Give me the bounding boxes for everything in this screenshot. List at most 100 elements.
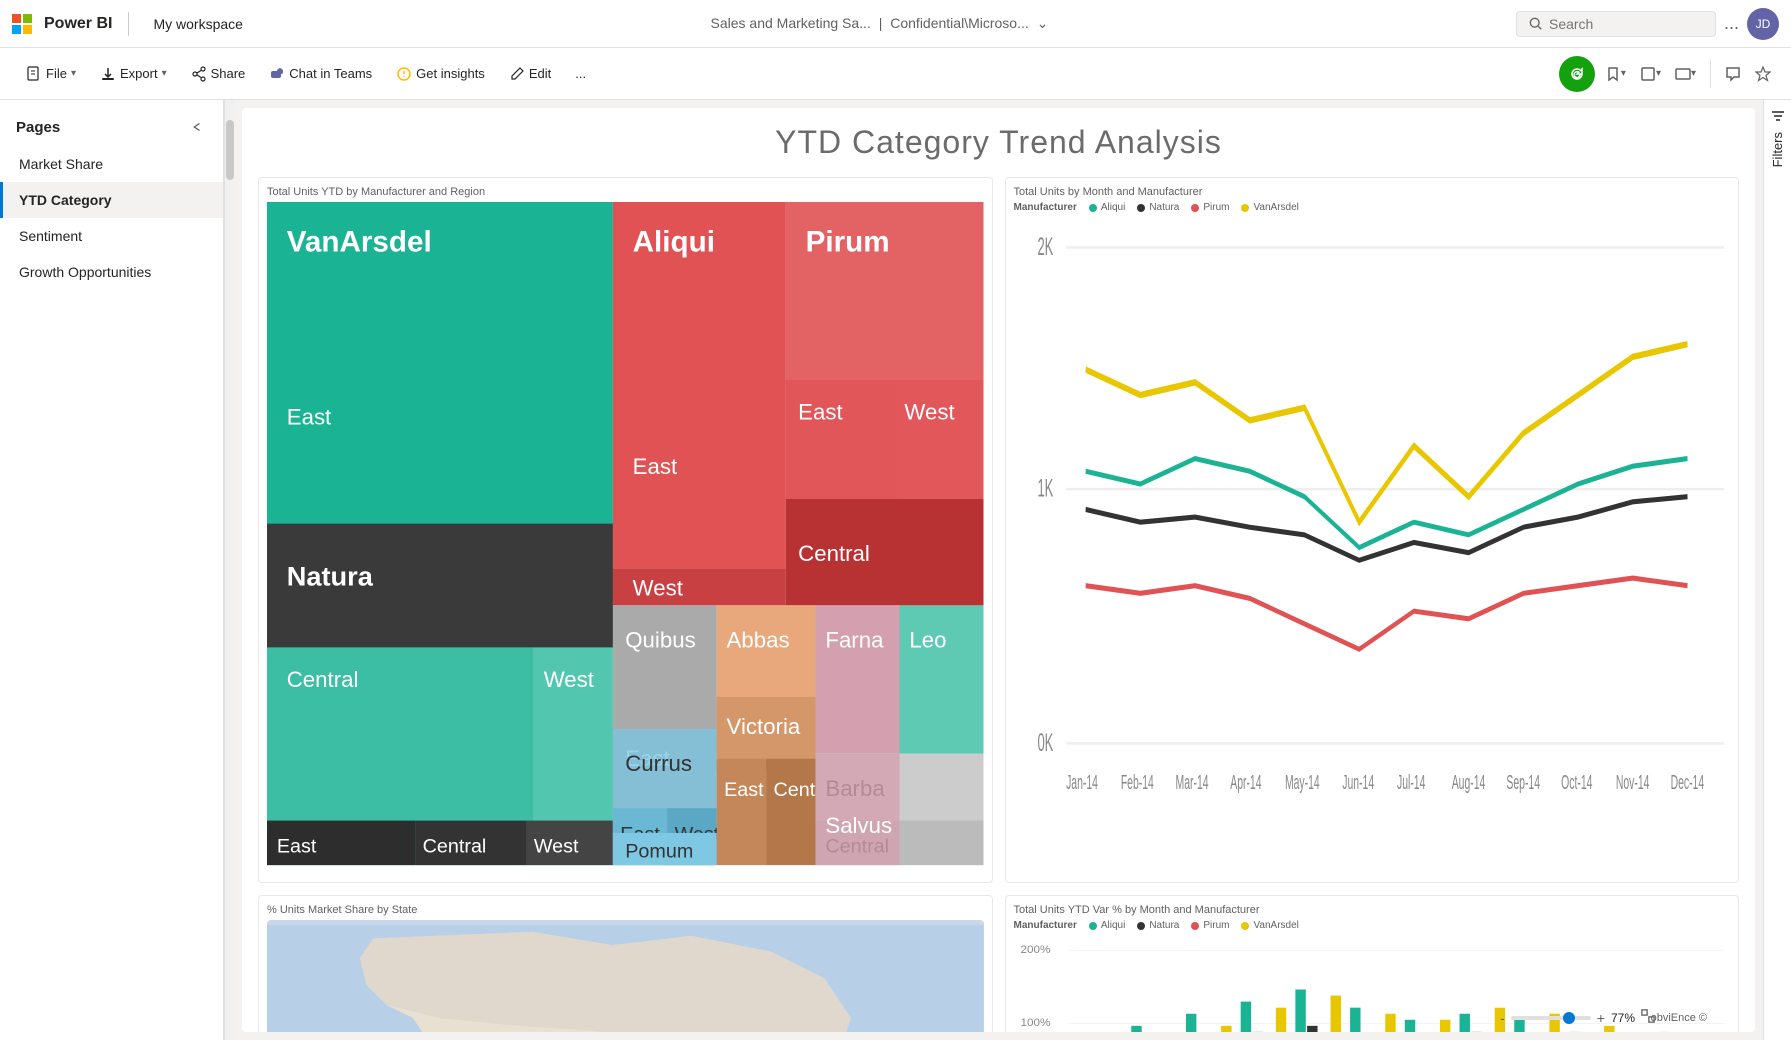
- svg-text:Jun-14: Jun-14: [1342, 772, 1374, 795]
- svg-text:East: East: [277, 836, 317, 858]
- edit-button[interactable]: Edit: [499, 60, 561, 88]
- svg-text:Aliqui: Aliqui: [633, 225, 715, 258]
- pages-header: Pages: [0, 100, 223, 146]
- format-button[interactable]: ▾: [1671, 62, 1700, 86]
- svg-text:Sep-14: Sep-14: [1506, 772, 1540, 795]
- export-button[interactable]: Export ▾: [90, 60, 177, 88]
- nav-right: ... JD: [1516, 8, 1779, 40]
- svg-text:Mar-14: Mar-14: [1175, 772, 1208, 795]
- filters-panel[interactable]: Filters: [1763, 100, 1791, 1040]
- map-svg: NORTH AMERICA Pacific Ocean Atlantic Oce…: [267, 920, 984, 1032]
- sidebar-item-ytd-category[interactable]: YTD Category: [0, 182, 223, 218]
- treemap-chart: VanArsdel East Central West Natura: [267, 202, 984, 870]
- legend-label-manufacturer: Manufacturer: [1014, 202, 1077, 213]
- bookmark-button[interactable]: ▾: [1601, 62, 1630, 86]
- svg-text:Salvus: Salvus: [825, 813, 892, 838]
- more-options-button[interactable]: ...: [1724, 13, 1739, 34]
- zoom-slider-thumb: [1563, 1012, 1575, 1024]
- report-area: YTD Category Trend Analysis Total Units …: [224, 100, 1791, 1040]
- search-input[interactable]: [1549, 16, 1689, 32]
- filter-icon: [1770, 108, 1786, 124]
- toolbar: File ▾ Export ▾ Share Chat in Teams Get …: [0, 48, 1791, 100]
- charts-grid: Total Units YTD by Manufacturer and Regi…: [258, 177, 1739, 1009]
- main-layout: Pages Market Share YTD Category Sentimen…: [0, 100, 1791, 1040]
- toolbar-right: ▾ ▾ ▾: [1559, 56, 1775, 92]
- top-nav: Power BI My workspace Sales and Marketin…: [0, 0, 1791, 48]
- search-box[interactable]: [1516, 11, 1716, 37]
- avatar[interactable]: JD: [1747, 8, 1779, 40]
- legend-pirum: Pirum: [1191, 202, 1229, 213]
- svg-text:Nov-14: Nov-14: [1615, 772, 1649, 795]
- export-icon: [100, 66, 116, 82]
- view-icon: [1640, 66, 1656, 82]
- share-icon: [191, 66, 207, 82]
- collapse-sidebar-button[interactable]: [185, 116, 207, 138]
- microsoft-logo: [12, 14, 32, 34]
- svg-text:Oct-14: Oct-14: [1561, 772, 1592, 795]
- svg-text:VanArsdel: VanArsdel: [287, 225, 432, 258]
- pages-label: Pages: [16, 119, 60, 136]
- svg-text:Pomum: Pomum: [625, 841, 693, 863]
- file-button[interactable]: File ▾: [16, 60, 86, 88]
- svg-text:Central: Central: [798, 541, 870, 566]
- svg-text:East: East: [798, 400, 843, 425]
- file-icon: [26, 66, 42, 82]
- svg-text:100%: 100%: [1020, 1017, 1050, 1029]
- scroll-thumb[interactable]: [226, 120, 234, 180]
- svg-text:Feb-14: Feb-14: [1120, 772, 1153, 795]
- svg-text:200%: 200%: [1020, 945, 1050, 957]
- map-panel: % Units Market Share by State: [258, 895, 993, 1032]
- svg-text:Currus: Currus: [625, 751, 692, 776]
- collapse-icon: [189, 120, 203, 134]
- svg-text:Farna: Farna: [825, 627, 884, 652]
- favorite-button[interactable]: [1751, 62, 1775, 86]
- get-insights-button[interactable]: Get insights: [386, 60, 495, 88]
- vertical-scrollbar[interactable]: [224, 100, 234, 1040]
- bar-legend-label: Manufacturer: [1014, 920, 1077, 931]
- insights-icon: [396, 66, 412, 82]
- toolbar-separator: [1710, 60, 1711, 88]
- view-button[interactable]: ▾: [1636, 62, 1665, 86]
- bar-chart-title: Total Units YTD Var % by Month and Manuf…: [1014, 904, 1731, 916]
- filters-label[interactable]: Filters: [1770, 132, 1785, 167]
- refresh-icon: [1569, 66, 1585, 82]
- bar-legend-pirum: Pirum: [1191, 920, 1229, 931]
- treemap-title: Total Units YTD by Manufacturer and Regi…: [267, 186, 984, 198]
- sidebar-item-market-share[interactable]: Market Share: [0, 146, 223, 182]
- svg-text:Leo: Leo: [909, 627, 946, 652]
- comments-button[interactable]: [1721, 62, 1745, 86]
- svg-text:East: East: [633, 454, 678, 479]
- refresh-button[interactable]: [1559, 56, 1595, 92]
- svg-text:Central: Central: [287, 667, 359, 692]
- bar-chart-legend: Manufacturer Aliqui Natura Pirum: [1014, 920, 1731, 931]
- zoom-in-button[interactable]: +: [1597, 1010, 1605, 1026]
- report-canvas: YTD Category Trend Analysis Total Units …: [242, 108, 1755, 1032]
- svg-text:Dec-14: Dec-14: [1670, 772, 1704, 795]
- sidebar-item-growth-opportunities[interactable]: Growth Opportunities: [0, 254, 223, 290]
- format-icon: [1675, 66, 1691, 82]
- zoom-out-button[interactable]: -: [1500, 1010, 1505, 1026]
- legend-aliqui: Aliqui: [1089, 202, 1125, 213]
- share-button[interactable]: Share: [181, 60, 256, 88]
- zoom-slider[interactable]: [1511, 1016, 1591, 1020]
- chat-in-teams-button[interactable]: Chat in Teams: [259, 60, 382, 88]
- fit-page-button[interactable]: [1641, 1009, 1655, 1026]
- workspace-label[interactable]: My workspace: [153, 16, 242, 32]
- svg-text:Central: Central: [423, 836, 487, 858]
- sidebar-item-sentiment[interactable]: Sentiment: [0, 218, 223, 254]
- svg-text:West: West: [544, 667, 595, 692]
- line-chart-panel: Total Units by Month and Manufacturer Ma…: [1005, 177, 1740, 883]
- svg-text:West: West: [904, 400, 955, 425]
- more-toolbar-button[interactable]: ...: [565, 60, 596, 87]
- svg-text:Victoria: Victoria: [727, 714, 801, 739]
- svg-text:Natura: Natura: [287, 561, 374, 592]
- fit-page-icon: [1641, 1009, 1655, 1023]
- bookmark-icon: [1605, 66, 1621, 82]
- comments-icon: [1725, 66, 1741, 82]
- map-title: % Units Market Share by State: [267, 904, 984, 916]
- bar-legend-vanarsdel: VanArsdel: [1241, 920, 1298, 931]
- svg-text:West: West: [534, 836, 579, 858]
- svg-text:Quibus: Quibus: [625, 627, 695, 652]
- line-chart-svg: 2K 1K 0K Jan-14 Feb-14 Mar-14 Apr-14 May…: [1014, 217, 1731, 802]
- edit-icon: [509, 66, 525, 82]
